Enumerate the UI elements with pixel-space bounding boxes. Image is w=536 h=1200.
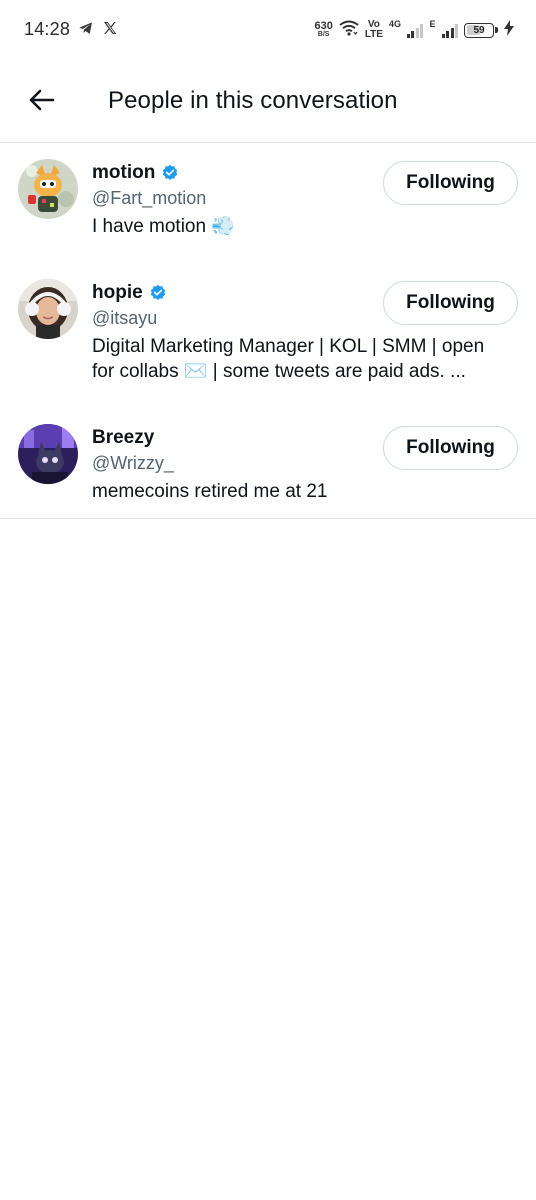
volte-indicator: Vo LTE bbox=[365, 20, 383, 40]
user-bio: I have motion 💨 bbox=[92, 216, 236, 237]
following-button[interactable]: Following bbox=[383, 426, 518, 470]
following-button[interactable]: Following bbox=[383, 161, 518, 205]
page-title: People in this conversation bbox=[108, 87, 398, 114]
battery-level: 59 bbox=[473, 24, 485, 36]
user-bio: Digital Marketing Manager | KOL | SMM | … bbox=[92, 336, 485, 382]
network-type-e: E bbox=[429, 19, 436, 29]
x-logo-icon bbox=[102, 20, 118, 41]
network-type-4g: 4G bbox=[388, 19, 401, 29]
status-time: 14:28 bbox=[24, 19, 71, 39]
display-name[interactable]: motion bbox=[92, 162, 155, 184]
avatar[interactable] bbox=[18, 279, 78, 339]
list-item[interactable]: Breezy @Wrizzy_ memecoins retired me at … bbox=[0, 408, 536, 504]
verified-badge-icon bbox=[161, 164, 179, 182]
avatar[interactable] bbox=[18, 424, 78, 484]
telegram-icon bbox=[78, 20, 94, 41]
display-name[interactable]: Breezy bbox=[92, 427, 154, 449]
network-speed: 630 B/S bbox=[314, 21, 332, 39]
arrow-left-icon bbox=[29, 89, 55, 116]
charging-bolt-icon bbox=[504, 19, 514, 41]
volte-bottom-label: LTE bbox=[364, 29, 383, 40]
status-bar: 14:28 630 B/S Vo LTE 4G E 59 bbox=[0, 0, 536, 60]
display-name[interactable]: hopie bbox=[92, 282, 143, 304]
following-button[interactable]: Following bbox=[383, 281, 518, 325]
status-indicators: 630 B/S Vo LTE 4G E 59 bbox=[314, 17, 514, 43]
battery-icon: 59 bbox=[464, 22, 498, 38]
people-list: motion @Fart_motion I have motion 💨 Foll… bbox=[0, 143, 536, 519]
back-button[interactable] bbox=[22, 82, 62, 122]
avatar[interactable] bbox=[18, 159, 78, 219]
network-speed-value: 630 bbox=[314, 20, 333, 32]
network-speed-unit: B/S bbox=[317, 31, 330, 38]
wifi-icon bbox=[339, 20, 359, 41]
list-item[interactable]: motion @Fart_motion I have motion 💨 Foll… bbox=[0, 143, 536, 239]
signal-strength-icon-1 bbox=[406, 22, 424, 38]
user-bio: memecoins retired me at 21 bbox=[92, 481, 328, 502]
list-item[interactable]: hopie @itsayu Digital Marketing Manager … bbox=[0, 263, 536, 384]
signal-strength-icon-2 bbox=[441, 22, 458, 38]
status-notification-icons bbox=[78, 20, 118, 41]
page-header: People in this conversation bbox=[0, 60, 536, 143]
verified-badge-icon bbox=[149, 284, 167, 302]
